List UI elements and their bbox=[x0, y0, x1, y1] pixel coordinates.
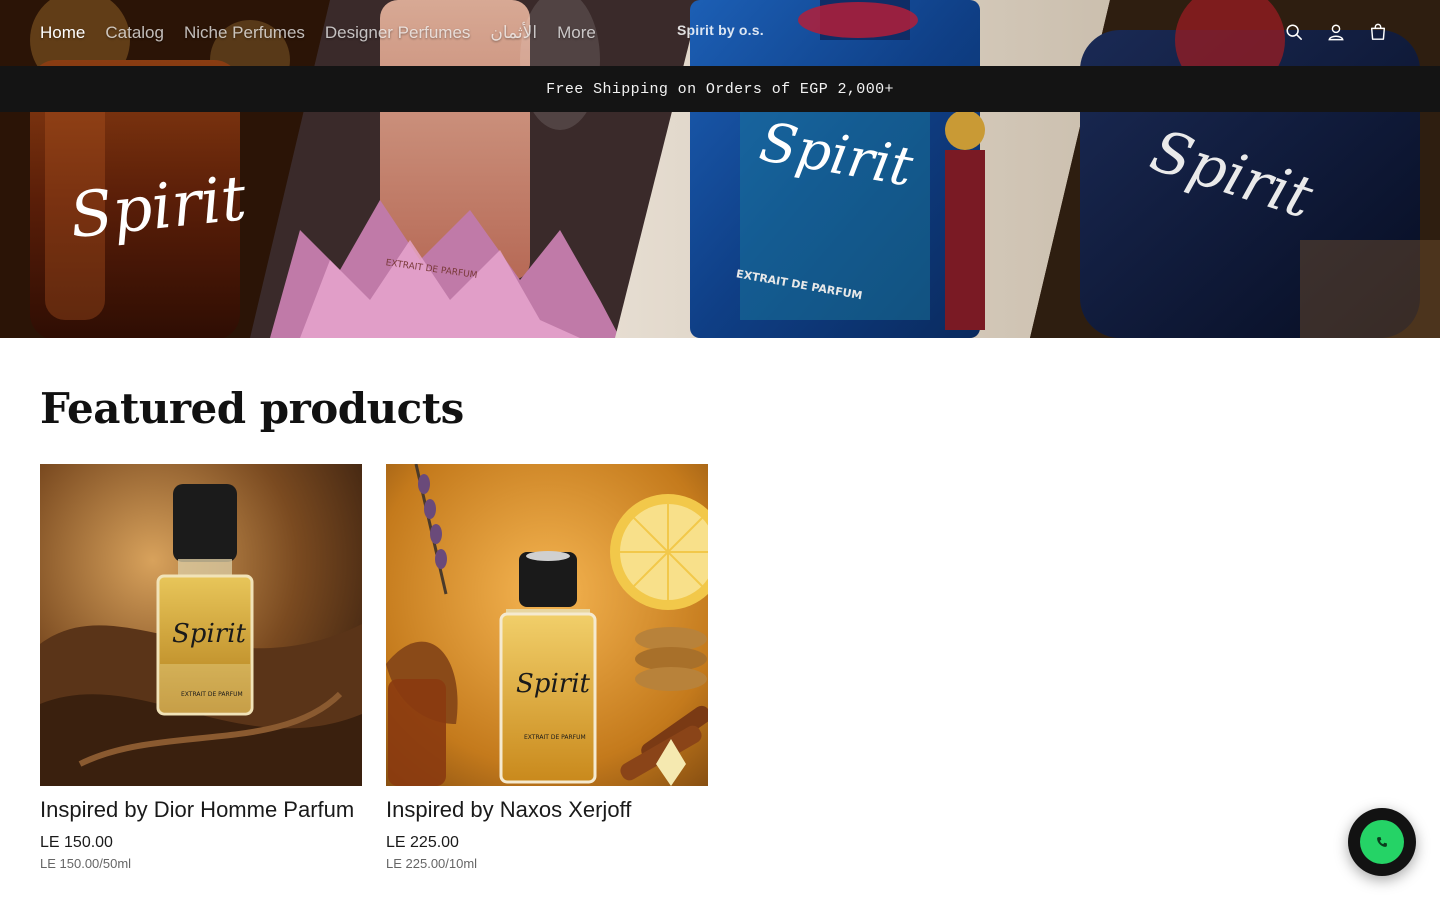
product-title[interactable]: Inspired by Naxos Xerjoff bbox=[386, 797, 708, 823]
product-image[interactable]: Spirit EXTRAIT DE PARFUM bbox=[40, 464, 362, 786]
announcement-bar: Free Shipping on Orders of EGP 2,000+ bbox=[0, 66, 1440, 112]
product-unit-price: LE 225.00/10ml bbox=[386, 856, 478, 871]
header-icons bbox=[1284, 20, 1388, 44]
account-icon[interactable] bbox=[1326, 20, 1346, 44]
site-logo[interactable]: Spirit by o.s. bbox=[677, 22, 764, 38]
product-bottle-label: Spirit bbox=[172, 619, 247, 649]
nav-more[interactable]: More bbox=[557, 23, 596, 43]
nav-home[interactable]: Home bbox=[40, 23, 85, 43]
product-price: LE 150.00 bbox=[40, 834, 113, 851]
product-card[interactable]: Spirit EXTRAIT DE PARFUM Inspired by Nax… bbox=[386, 464, 708, 871]
site-header: Home Catalog Niche Perfumes Designer Per… bbox=[0, 0, 1440, 66]
product-unit-price: LE 150.00/50ml bbox=[40, 856, 132, 871]
cart-icon[interactable] bbox=[1368, 20, 1388, 44]
nav-designer-perfumes[interactable]: Designer Perfumes bbox=[325, 23, 471, 43]
product-image-art: Spirit EXTRAIT DE PARFUM bbox=[386, 464, 708, 786]
main-nav: Home Catalog Niche Perfumes Designer Per… bbox=[40, 0, 596, 66]
product-card[interactable]: Spirit EXTRAIT DE PARFUM Inspired by Dio… bbox=[40, 464, 362, 871]
product-title[interactable]: Inspired by Dior Homme Parfum bbox=[40, 797, 362, 823]
search-icon[interactable] bbox=[1284, 20, 1304, 44]
product-image[interactable]: Spirit EXTRAIT DE PARFUM bbox=[386, 464, 708, 786]
product-price: LE 225.00 bbox=[386, 834, 459, 851]
product-grid: Spirit EXTRAIT DE PARFUM Inspired by Dio… bbox=[40, 464, 708, 871]
featured-title: Featured products bbox=[40, 384, 464, 433]
nav-catalog[interactable]: Catalog bbox=[105, 23, 164, 43]
announcement-text: Free Shipping on Orders of EGP 2,000+ bbox=[546, 80, 894, 98]
product-bottle-sub: EXTRAIT DE PARFUM bbox=[181, 691, 243, 698]
nav-niche-perfumes[interactable]: Niche Perfumes bbox=[184, 23, 305, 43]
phone-icon bbox=[1377, 837, 1387, 847]
whatsapp-chat-button[interactable] bbox=[1348, 808, 1416, 876]
product-image-art: Spirit EXTRAIT DE PARFUM bbox=[40, 464, 362, 786]
product-bottle-sub: EXTRAIT DE PARFUM bbox=[524, 734, 586, 741]
nav-arabic-prices[interactable]: الأثمان bbox=[490, 23, 537, 43]
product-bottle-label: Spirit bbox=[516, 669, 591, 699]
chat-button-inner bbox=[1360, 820, 1404, 864]
